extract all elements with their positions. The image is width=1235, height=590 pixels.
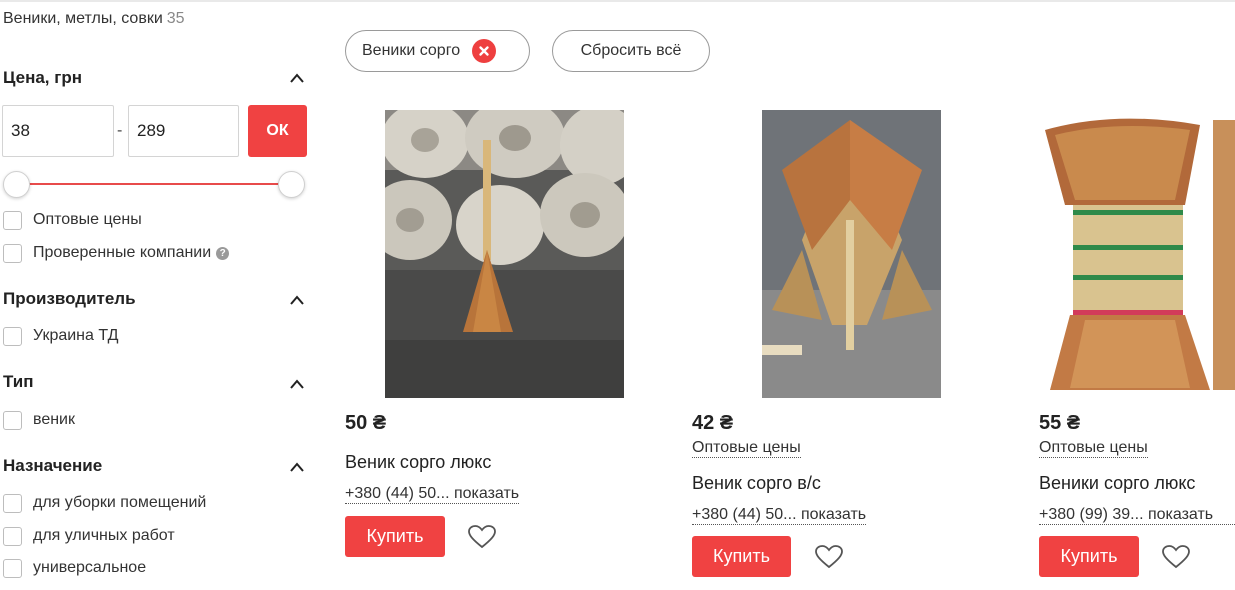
- product-name[interactable]: Веники сорго люкс: [1039, 473, 1195, 494]
- filter-type-option[interactable]: веник: [3, 410, 75, 430]
- filter-label: Проверенные компании: [33, 244, 212, 261]
- manufacturer-filter-title: Производитель: [3, 289, 136, 308]
- filter-purpose-option[interactable]: для уборки помещений: [3, 493, 206, 513]
- purpose-filter-title: Назначение: [3, 456, 103, 475]
- filter-label: для уборки помещений: [33, 494, 207, 511]
- filter-label: веник: [33, 411, 75, 428]
- wholesale-prices-link[interactable]: Оптовые цены: [1039, 439, 1148, 458]
- price-slider-track[interactable]: [16, 183, 292, 185]
- checkbox[interactable]: [3, 526, 22, 546]
- buy-button[interactable]: Купить: [1039, 536, 1139, 577]
- wholesale-prices-link[interactable]: Оптовые цены: [692, 439, 801, 458]
- filter-purpose-option[interactable]: для уличных работ: [3, 526, 175, 546]
- category-heading: Веники, метлы, совки 35: [3, 10, 185, 28]
- type-filter-title: Тип: [3, 372, 34, 391]
- filter-purpose-option[interactable]: универсальное: [3, 558, 146, 578]
- phone-show-link[interactable]: +380 (99) 39... показать: [1039, 506, 1235, 525]
- chevron-up-icon[interactable]: [289, 461, 305, 473]
- filter-label: для уличных работ: [33, 527, 175, 544]
- price-slider-min-handle[interactable]: [3, 171, 30, 198]
- checkbox[interactable]: [3, 410, 22, 430]
- product-name[interactable]: Веник сорго люкс: [345, 452, 491, 473]
- product-price: 55 ₴: [1039, 412, 1081, 434]
- checkbox[interactable]: [3, 493, 22, 513]
- checkbox[interactable]: [3, 210, 22, 230]
- chevron-up-icon[interactable]: [289, 378, 305, 390]
- help-icon[interactable]: ?: [216, 246, 230, 260]
- filter-wholesale[interactable]: Оптовые цены: [3, 210, 142, 230]
- checkbox[interactable]: [3, 558, 22, 578]
- reset-filters-button[interactable]: Сбросить всё: [552, 30, 710, 72]
- price-separator: -: [117, 122, 123, 139]
- chip-label: Веники сорго: [362, 42, 461, 59]
- filter-label: универсальное: [33, 559, 147, 576]
- chevron-up-icon[interactable]: [289, 72, 305, 84]
- price-slider-max-handle[interactable]: [278, 171, 305, 198]
- checkbox[interactable]: [3, 326, 22, 346]
- price-min-input[interactable]: [2, 105, 114, 157]
- product-price: 42 ₴: [692, 412, 734, 434]
- heart-icon[interactable]: [468, 525, 496, 549]
- product-image[interactable]: [385, 110, 624, 398]
- reset-label: Сбросить всё: [580, 42, 682, 59]
- buy-button[interactable]: Купить: [692, 536, 791, 577]
- price-ok-button[interactable]: ОК: [248, 105, 307, 157]
- filter-manufacturer-option[interactable]: Украина ТД: [3, 326, 118, 346]
- product-image[interactable]: [1035, 110, 1235, 398]
- buy-button[interactable]: Купить: [345, 516, 445, 557]
- active-filter-chip[interactable]: Веники сорго: [345, 30, 530, 72]
- filter-label: Оптовые цены: [33, 211, 142, 228]
- category-count: 35: [166, 10, 185, 27]
- filter-verified-companies[interactable]: Проверенные компании ?: [3, 243, 230, 263]
- chevron-up-icon[interactable]: [289, 294, 305, 306]
- phone-show-link[interactable]: +380 (44) 50... показать: [692, 506, 867, 525]
- checkbox[interactable]: [3, 243, 22, 263]
- price-filter-title: Цена, грн: [3, 68, 82, 87]
- product-name[interactable]: Веник сорго в/с: [692, 473, 821, 494]
- heart-icon[interactable]: [815, 545, 843, 569]
- filter-label: Украина ТД: [33, 327, 119, 344]
- category-title: Веники, метлы, совки: [3, 10, 163, 27]
- top-divider: [0, 0, 1235, 2]
- heart-icon[interactable]: [1162, 545, 1190, 569]
- price-max-input[interactable]: [128, 105, 239, 157]
- product-price: 50 ₴: [345, 412, 387, 434]
- close-circle-icon[interactable]: [472, 39, 497, 63]
- phone-show-link[interactable]: +380 (44) 50... показать: [345, 485, 520, 504]
- product-image[interactable]: [762, 110, 941, 398]
